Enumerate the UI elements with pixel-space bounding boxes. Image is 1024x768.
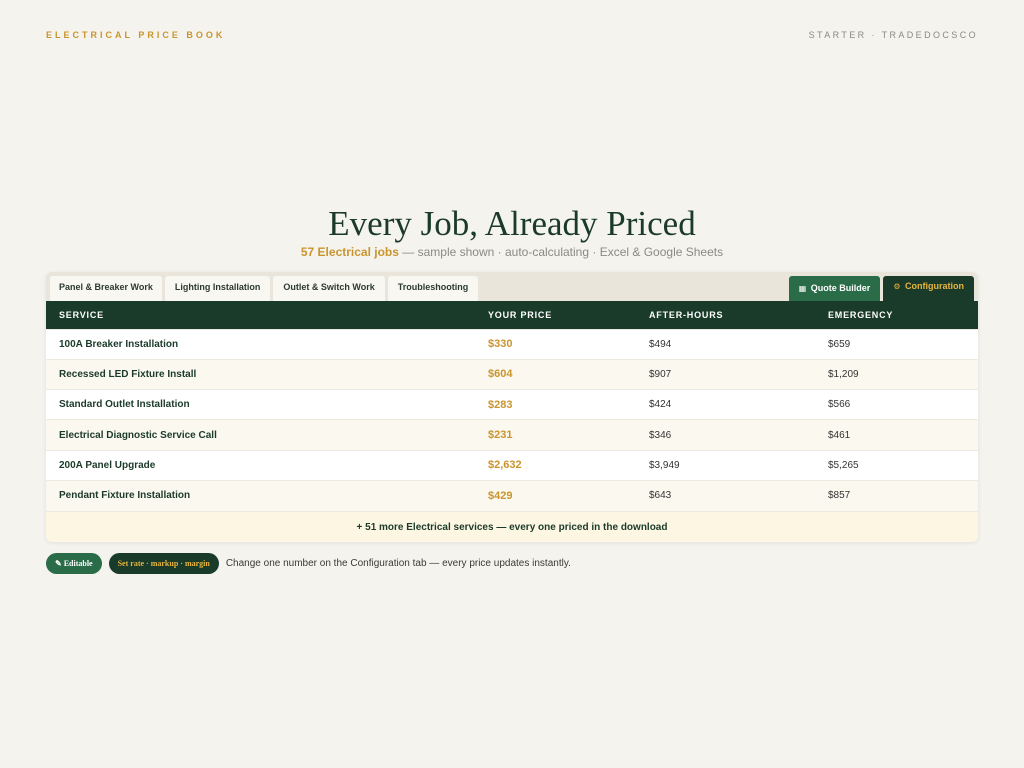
service-name: Pendant Fixture Installation: [46, 479, 475, 511]
emergency-price: $461: [815, 419, 978, 451]
price-table: SERVICE YOUR PRICE AFTER-HOURS EMERGENCY…: [46, 301, 978, 511]
tab-troubleshooting[interactable]: Troubleshooting: [387, 276, 479, 301]
tab-configuration[interactable]: ⚙ Configuration: [883, 276, 974, 301]
subtitle-text: — sample shown · auto-calculating · Exce…: [398, 245, 724, 259]
sheet-tabs: Panel & Breaker Work Lighting Installati…: [46, 272, 978, 301]
service-name: Standard Outlet Installation: [46, 389, 475, 420]
more-services-banner: + 51 more Electrical services — every on…: [46, 510, 978, 542]
table-header-row: SERVICE YOUR PRICE AFTER-HOURS EMERGENCY: [46, 301, 978, 329]
table-row: Pendant Fixture Installation $429 $643 $…: [46, 479, 978, 511]
after-hours-price: $346: [636, 419, 815, 451]
after-hours-price: $907: [636, 358, 815, 390]
tab-lighting[interactable]: Lighting Installation: [164, 276, 271, 301]
after-hours-price: $494: [636, 328, 815, 360]
editable-badge: ✎ Editable: [46, 553, 102, 574]
right-tabs: ▦ Quote Builder ⚙ Configuration: [788, 276, 974, 301]
tab-configuration-label: Configuration: [905, 281, 964, 291]
after-hours-price: $3,949: [636, 449, 815, 481]
page-title: Every Job, Already Priced: [328, 204, 696, 243]
tab-quote-builder-label: Quote Builder: [810, 283, 871, 293]
table-row: Standard Outlet Installation $283 $424 $…: [46, 389, 978, 420]
your-price: $604: [475, 358, 636, 390]
service-name: 200A Panel Upgrade: [46, 449, 475, 481]
your-price: $330: [475, 328, 636, 360]
emergency-price: $1,209: [815, 358, 978, 390]
your-price: $429: [475, 479, 636, 511]
job-count: 57 Electrical jobs: [300, 245, 399, 259]
price-table-card: Panel & Breaker Work Lighting Installati…: [46, 272, 978, 542]
col-header-after-hours: AFTER-HOURS: [649, 309, 724, 320]
brand-label: ELECTRICAL PRICE BOOK: [46, 30, 226, 40]
table-row: 100A Breaker Installation $330 $494 $659: [46, 328, 978, 360]
after-hours-price: $424: [636, 389, 815, 420]
footer-row: ✎ Editable Set rate · markup · margin Ch…: [46, 553, 571, 574]
service-name: Electrical Diagnostic Service Call: [46, 419, 475, 451]
after-hours-price: $643: [636, 479, 815, 511]
hero: Every Job, Already Priced 57 Electrical …: [0, 204, 1024, 259]
table-row: Electrical Diagnostic Service Call $231 …: [46, 419, 978, 451]
tier-label: STARTER · TRADEDOCSCO: [808, 30, 978, 40]
rate-markup-badge: Set rate · markup · margin: [108, 553, 219, 574]
table-row: Recessed LED Fixture Install $604 $907 $…: [46, 358, 978, 390]
your-price: $283: [475, 389, 636, 420]
emergency-price: $566: [815, 389, 978, 420]
tab-quote-builder[interactable]: ▦ Quote Builder: [788, 276, 881, 301]
emergency-price: $857: [815, 479, 978, 511]
gear-icon: ⚙: [893, 282, 901, 291]
tab-panel-breaker[interactable]: Panel & Breaker Work: [50, 276, 162, 301]
subtitle: 57 Electrical jobs — sample shown · auto…: [0, 245, 1024, 259]
grid-icon: ▦: [798, 284, 807, 293]
col-header-service: SERVICE: [59, 309, 104, 320]
footer-note: Change one number on the Configuration t…: [225, 558, 571, 569]
col-header-price: YOUR PRICE: [488, 309, 553, 320]
your-price: $2,632: [475, 449, 636, 481]
emergency-price: $5,265: [815, 449, 978, 481]
your-price: $231: [475, 419, 636, 451]
service-name: 100A Breaker Installation: [46, 328, 475, 360]
emergency-price: $659: [815, 328, 978, 360]
service-name: Recessed LED Fixture Install: [46, 358, 475, 390]
tab-outlet-switch[interactable]: Outlet & Switch Work: [273, 276, 385, 301]
table-row: 200A Panel Upgrade $2,632 $3,949 $5,265: [46, 449, 978, 481]
col-header-emergency: EMERGENCY: [828, 309, 894, 320]
